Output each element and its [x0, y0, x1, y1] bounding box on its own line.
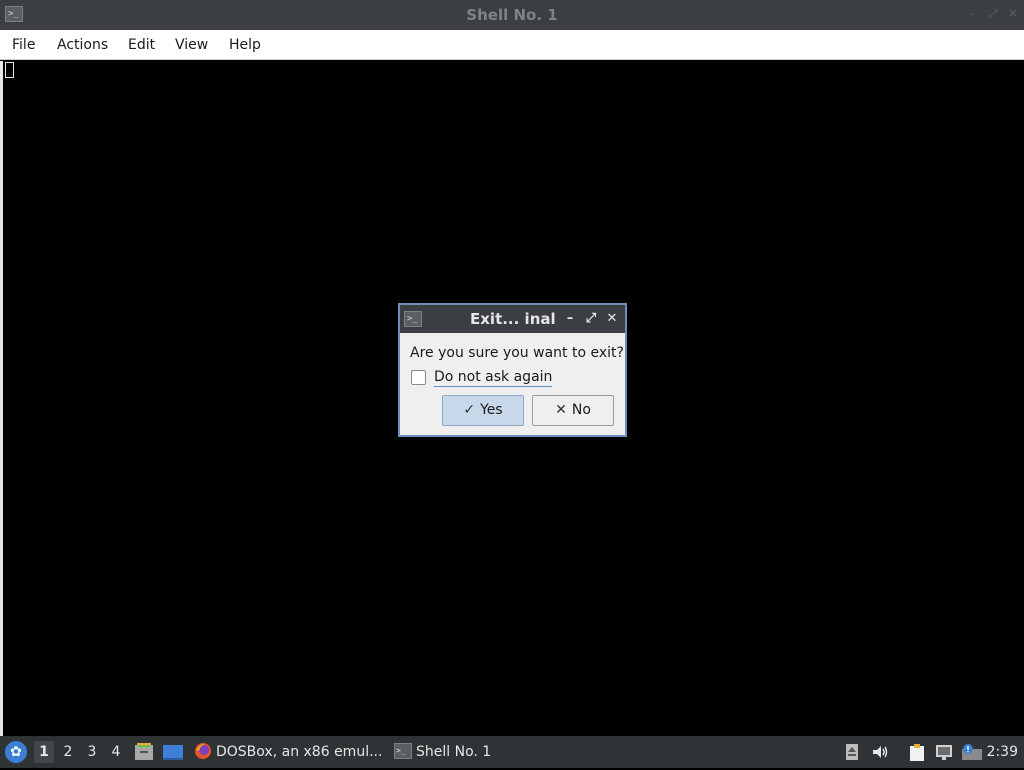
yes-button-label: Yes	[480, 402, 503, 418]
dialog-title: Exit... inal	[470, 310, 556, 328]
maximize-icon[interactable]: ⤢	[987, 8, 999, 20]
task-shell[interactable]: >_ Shell No. 1	[394, 738, 491, 766]
dialog-minimize-icon[interactable]: –	[563, 312, 577, 326]
menu-help[interactable]: Help	[229, 30, 261, 60]
x-icon: ✕	[555, 402, 567, 418]
task-label: Shell No. 1	[416, 744, 492, 760]
firefox-icon	[194, 742, 212, 760]
terminal-icon: >_	[394, 742, 412, 760]
dialog-titlebar[interactable]: >_ Exit... inal – ⤢ ✕	[400, 305, 625, 333]
network-icon[interactable]	[935, 743, 953, 761]
desktop-2[interactable]: 2	[58, 741, 78, 763]
menu-actions[interactable]: Actions	[57, 30, 108, 60]
dialog-maximize-icon[interactable]: ⤢	[584, 312, 598, 326]
eject-icon[interactable]	[843, 743, 861, 761]
terminal-icon: >_	[404, 311, 422, 327]
close-icon[interactable]: ✕	[1007, 8, 1019, 20]
do-not-ask-checkbox[interactable]	[411, 370, 426, 385]
exit-dialog: >_ Exit... inal – ⤢ ✕ Are you sure you w…	[398, 303, 627, 437]
dialog-question: Are you sure you want to exit?	[410, 345, 624, 361]
menu-view[interactable]: View	[175, 30, 208, 60]
start-menu-icon[interactable]: ✿	[5, 741, 27, 763]
minimize-icon[interactable]: –	[966, 8, 978, 20]
update-notifier-icon[interactable]	[960, 743, 982, 761]
menu-bar: File Actions Edit View Help	[0, 30, 1024, 60]
do-not-ask-label[interactable]: Do not ask again	[434, 369, 553, 387]
menu-file[interactable]: File	[12, 30, 35, 60]
clock[interactable]: 2:39	[987, 736, 1018, 768]
task-dosbox[interactable]: DOSBox, an x86 emul...	[194, 738, 382, 766]
show-desktop-icon[interactable]	[162, 742, 183, 762]
desktop-1[interactable]: 1	[34, 741, 54, 763]
taskbar: ✿ 1 2 3 4 DOSBox, an x86 emul... >_ Shel…	[0, 736, 1024, 768]
check-icon: ✓	[463, 402, 476, 418]
window-title: Shell No. 1	[466, 6, 558, 24]
volume-icon[interactable]	[871, 743, 889, 761]
no-button[interactable]: ✕ No	[532, 395, 614, 426]
file-manager-icon[interactable]	[134, 742, 154, 762]
desktop-4[interactable]: 4	[106, 741, 126, 763]
task-label: DOSBox, an x86 emul...	[216, 744, 383, 760]
window-titlebar[interactable]: >_ Shell No. 1 – ⤢ ✕	[0, 0, 1024, 30]
clipboard-icon[interactable]	[908, 743, 926, 761]
yes-button[interactable]: ✓ Yes	[442, 395, 524, 426]
svg-text:>_: >_	[396, 746, 406, 755]
menu-edit[interactable]: Edit	[128, 30, 155, 60]
terminal-cursor	[5, 62, 14, 78]
dialog-close-icon[interactable]: ✕	[605, 312, 619, 326]
no-button-label: No	[571, 402, 591, 418]
desktop-3[interactable]: 3	[82, 741, 102, 763]
